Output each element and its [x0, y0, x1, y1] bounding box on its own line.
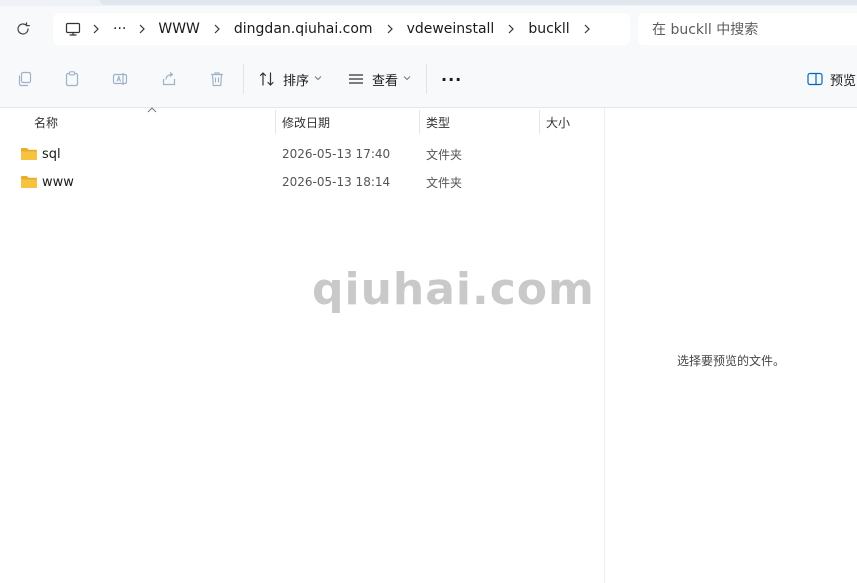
- chevron-right-icon[interactable]: [572, 24, 602, 34]
- address-row: ··· WWW dingdan.qiuhai.com vdeweinstall …: [0, 6, 857, 52]
- column-size-label: 大小: [546, 115, 571, 130]
- this-pc-icon[interactable]: [65, 21, 81, 37]
- sort-label: 排序: [283, 73, 310, 89]
- toolbar-separator: [243, 64, 244, 94]
- preview-pane-button[interactable]: 预览: [806, 66, 856, 92]
- paste-icon: [65, 71, 79, 87]
- copy-button[interactable]: [15, 69, 35, 89]
- sort-ascending-icon: [147, 105, 157, 116]
- file-name-cell[interactable]: sql: [20, 140, 61, 168]
- file-modified: 2026-05-13 17:40: [282, 147, 391, 161]
- preview-pane: 选择要预览的文件。: [605, 108, 857, 583]
- column-header-modified[interactable]: 修改日期: [276, 108, 419, 136]
- more-options-button[interactable]: ···: [441, 66, 462, 92]
- breadcrumb-item-vdeweinstall[interactable]: vdeweinstall: [405, 21, 497, 37]
- file-name: www: [42, 174, 74, 190]
- file-row-sql[interactable]: sql 2026-05-13 17:40 文件夹: [0, 140, 604, 168]
- sort-icon: [259, 72, 274, 86]
- rename-icon: [112, 73, 128, 85]
- chevron-right-icon[interactable]: [202, 24, 232, 34]
- breadcrumb-item-buckll[interactable]: buckll: [526, 21, 571, 37]
- paste-button[interactable]: [62, 69, 82, 89]
- search-placeholder: 在 buckll 中搜索: [652, 22, 759, 38]
- preview-label: 预览: [830, 73, 857, 89]
- view-list-icon: [349, 74, 363, 84]
- address-bar[interactable]: ··· WWW dingdan.qiuhai.com vdeweinstall …: [53, 13, 630, 45]
- file-type: 文件夹: [426, 175, 463, 190]
- column-modified-label: 修改日期: [282, 115, 331, 130]
- column-header-size[interactable]: 大小: [540, 108, 600, 136]
- file-explorer-window: ··· WWW dingdan.qiuhai.com vdeweinstall …: [0, 0, 857, 583]
- view-label: 查看: [372, 73, 399, 89]
- search-box[interactable]: 在 buckll 中搜索: [638, 13, 857, 45]
- column-type-label: 类型: [426, 115, 451, 130]
- folder-icon: [21, 176, 37, 188]
- chevron-right-icon[interactable]: [128, 24, 156, 34]
- sort-button[interactable]: 排序: [258, 66, 322, 92]
- breadcrumb-overflow[interactable]: ···: [111, 21, 128, 37]
- chevron-down-icon: [314, 74, 322, 84]
- copy-icon: [18, 71, 32, 87]
- toolbar-separator: [426, 64, 427, 94]
- chevron-right-icon[interactable]: [81, 24, 111, 34]
- file-name: sql: [42, 146, 61, 162]
- chevron-right-icon[interactable]: [375, 24, 405, 34]
- column-name-label: 名称: [34, 115, 59, 130]
- command-bar: 排序 查看 ··· 预览: [0, 52, 857, 108]
- breadcrumb-item-domain[interactable]: dingdan.qiuhai.com: [232, 21, 375, 37]
- share-icon: [162, 72, 176, 86]
- watermark: qiuhai.com: [312, 264, 595, 315]
- breadcrumb-item-www[interactable]: WWW: [156, 21, 202, 37]
- preview-pane-icon: [807, 72, 823, 86]
- share-button[interactable]: [159, 69, 179, 89]
- chevron-right-icon[interactable]: [496, 24, 526, 34]
- column-header-type[interactable]: 类型: [420, 108, 539, 136]
- trash-icon: [211, 72, 223, 87]
- refresh-button[interactable]: [12, 18, 34, 40]
- folder-icon: [21, 148, 37, 160]
- view-button[interactable]: 查看: [347, 66, 411, 92]
- file-list-pane: 名称 修改日期 类型 大小 sql 2026-05-13 17:40 文件夹 w…: [0, 105, 604, 583]
- delete-button[interactable]: [207, 69, 227, 89]
- active-tab-edge: [100, 0, 857, 5]
- rename-button[interactable]: [110, 69, 130, 89]
- file-row-www[interactable]: www 2026-05-13 18:14 文件夹: [0, 168, 604, 196]
- chevron-down-icon: [403, 74, 411, 84]
- file-type: 文件夹: [426, 147, 463, 162]
- more-icon: ···: [441, 69, 463, 89]
- preview-empty-message: 选择要预览的文件。: [676, 354, 785, 368]
- refresh-icon: [17, 22, 30, 35]
- column-header-row: 名称 修改日期 类型 大小: [0, 105, 604, 136]
- file-modified: 2026-05-13 18:14: [282, 175, 391, 189]
- file-name-cell[interactable]: www: [20, 168, 74, 196]
